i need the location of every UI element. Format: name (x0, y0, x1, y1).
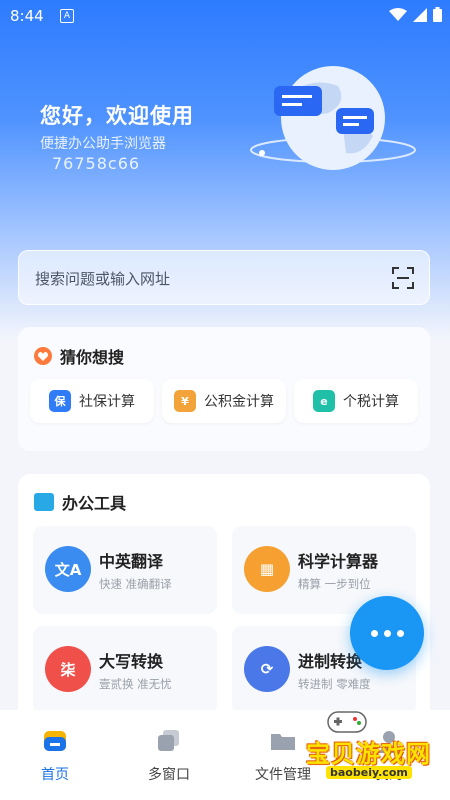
tool-uppercase-convert[interactable]: 柒 大写转换 壹贰换 准无忧 (33, 626, 217, 714)
chip-label: 个税计算 (343, 394, 399, 410)
translate-icon: 文A (45, 546, 91, 592)
home-icon (44, 731, 66, 751)
tool-name: 科学计算器 (298, 552, 379, 571)
office-tools-card: 办公工具 文A 中英翻译 快速 准确翻译 ▦ 科学计算器 精算 一步到位 柒 大… (18, 474, 430, 724)
tab-multi-window[interactable]: 多窗口 (124, 728, 214, 784)
watermark-url: baobeiy.com (326, 766, 412, 779)
tab-label: 多窗口 (148, 767, 190, 783)
tax-icon: e (313, 390, 335, 412)
scan-icon[interactable] (391, 266, 415, 290)
uppercase-icon: 柒 (45, 646, 91, 692)
tool-name: 中英翻译 (99, 552, 164, 571)
tool-desc: 转进制 零难度 (298, 677, 371, 691)
tool-desc: 壹贰换 准无忧 (99, 677, 172, 691)
guess-title: 猜你想搜 (60, 348, 125, 367)
guess-search-card: 猜你想搜 保 社保计算 ¥ 公积金计算 e 个税计算 (18, 327, 430, 451)
watermark: 宝贝游戏网 baobeiy.com (298, 704, 448, 794)
search-placeholder: 搜索问题或输入网址 (35, 270, 171, 288)
shield-icon: 保 (49, 390, 71, 412)
toolbox-icon (34, 493, 54, 511)
wifi-icon (389, 7, 407, 21)
tab-label: 首页 (41, 767, 69, 783)
globe-chat-illustration (250, 66, 416, 170)
chip-income-tax[interactable]: e 个税计算 (294, 379, 418, 423)
heart-icon (34, 347, 52, 365)
tool-name: 大写转换 (99, 652, 164, 671)
watermark-text: 宝贝游戏网 (306, 740, 431, 768)
search-bar[interactable]: 搜索问题或输入网址 (18, 250, 430, 305)
status-time: 8:44 (10, 7, 44, 25)
chip-housing-fund[interactable]: ¥ 公积金计算 (162, 379, 286, 423)
chip-social-security[interactable]: 保 社保计算 (30, 379, 154, 423)
signal-icon (413, 7, 427, 22)
tool-desc: 快速 准确翻译 (99, 577, 172, 591)
house-fund-icon: ¥ (174, 390, 196, 412)
notification-icon: A (60, 9, 74, 23)
tool-desc: 精算 一步到位 (298, 577, 371, 591)
more-dots-icon (370, 629, 378, 637)
tool-name: 进制转换 (298, 652, 363, 671)
tool-translate[interactable]: 文A 中英翻译 快速 准确翻译 (33, 526, 217, 614)
battery-icon (433, 7, 442, 22)
folder-icon (271, 734, 295, 750)
device-id: 76758c66 (52, 154, 141, 173)
gamepad-icon (327, 711, 367, 733)
windows-icon (158, 730, 179, 751)
more-fab-button[interactable] (350, 596, 424, 670)
base-convert-icon: ⟳ (244, 646, 290, 692)
chip-label: 公积金计算 (204, 394, 274, 410)
greeting-title: 您好，欢迎使用 (40, 104, 194, 128)
tab-home[interactable]: 首页 (10, 728, 100, 784)
tools-title: 办公工具 (62, 494, 127, 513)
status-bar: 8:44 A (0, 0, 450, 32)
chip-label: 社保计算 (79, 394, 135, 410)
hero-subtitle: 便捷办公助手浏览器 (40, 136, 166, 152)
calculator-icon: ▦ (244, 546, 290, 592)
